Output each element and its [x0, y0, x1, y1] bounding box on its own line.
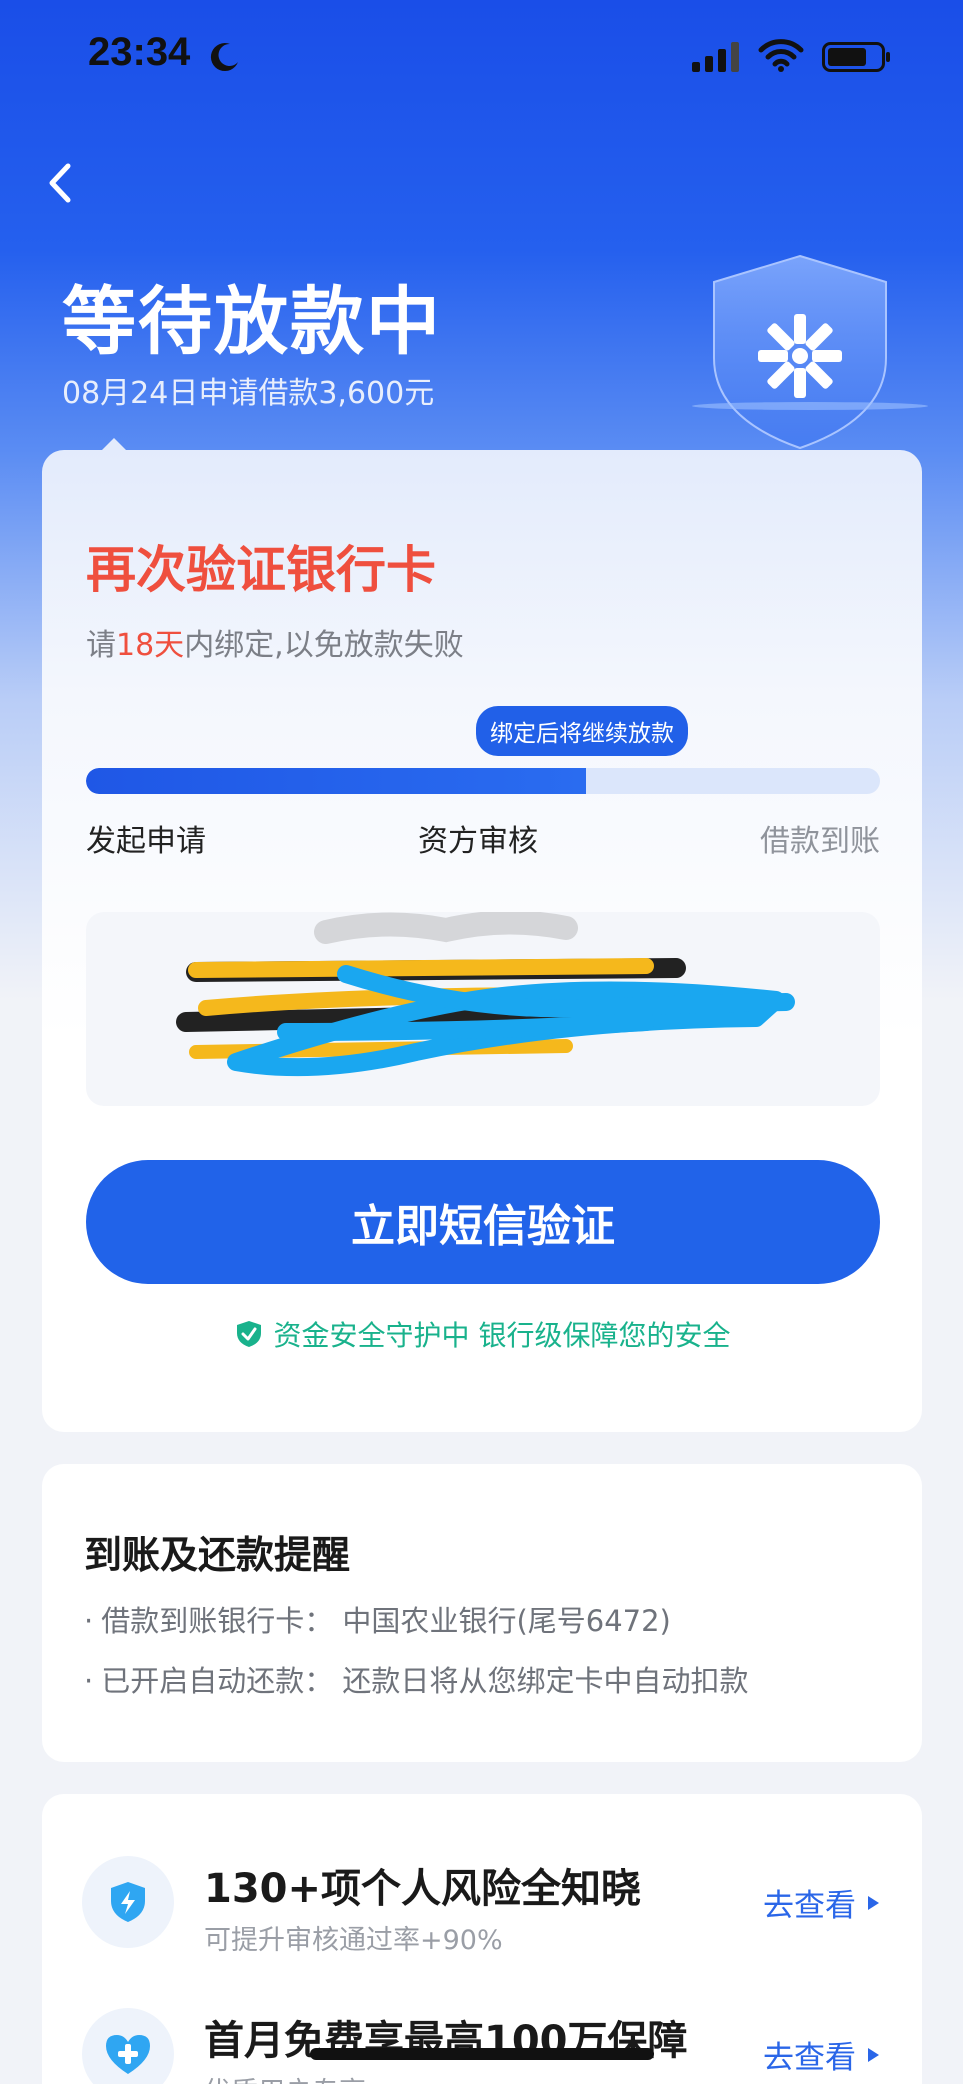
caret-right-icon — [868, 2047, 879, 2062]
heart-plus-icon — [82, 2008, 174, 2084]
safety-text: 资金安全守护中 银行级保障您的安全 — [273, 1319, 731, 1352]
shield-logo-icon — [692, 254, 928, 450]
step-arrival: 借款到账 — [760, 824, 880, 859]
view-link[interactable]: 去查看 — [763, 1880, 880, 1925]
progress-fill — [86, 768, 587, 794]
promo-card: 130+项个人风险全知晓 可提升审核通过率+90% 去查看 首月免费享最高100… — [42, 1794, 922, 2084]
progress-bar — [86, 768, 880, 794]
verify-sub-prefix: 请 — [86, 628, 116, 663]
bullet-dot: · — [84, 1604, 94, 1638]
reminder-title: 到账及还款提醒 — [84, 1533, 351, 1577]
moon-icon — [210, 43, 238, 72]
promo-item-insurance[interactable]: 首月免费享最高100万保障 优质用户专享 去查看 — [42, 1996, 922, 2084]
reminder-card: 到账及还款提醒 · 借款到账银行卡： 中国农业银行(尾号6472) · 已开启自动还… — [42, 1464, 922, 1762]
home-indicator[interactable] — [310, 2048, 654, 2060]
verify-card: 再次验证银行卡 请18天内绑定,以免放款失败 绑定后将继续放款 发起申请 资方审… — [42, 450, 922, 1432]
promo-item-risk[interactable]: 130+项个人风险全知晓 可提升审核通过率+90% 去查看 — [42, 1844, 922, 1974]
status-bar: 23:34 — [0, 0, 963, 110]
verify-sub-suffix: 内绑定,以免放款失败 — [184, 628, 464, 663]
bank-card-info-redacted — [86, 912, 880, 1106]
step-review: 资方审核 — [418, 824, 538, 859]
view-link-label: 去查看 — [763, 1888, 856, 1924]
page-title: 等待放款中 — [62, 279, 442, 365]
signal-icon — [692, 42, 739, 72]
wifi-icon — [758, 39, 804, 72]
caret-right-icon — [868, 1895, 879, 1910]
status-time: 23:34 — [88, 30, 191, 74]
bullet-dot: · — [84, 1664, 94, 1698]
reminder-autopay-text: 已开启自动还款： 还款日将从您绑定卡中自动扣款 — [101, 1664, 749, 1698]
verify-days: 18天 — [116, 628, 185, 663]
promo-subtitle: 优质用户专享 — [204, 2070, 366, 2084]
redaction-scribble — [176, 912, 795, 1077]
page-subtitle: 08月24日申请借款3,600元 — [62, 376, 435, 411]
step-apply: 发起申请 — [86, 824, 206, 859]
battery-icon — [822, 42, 890, 72]
safety-notice: 资金安全守护中 银行级保障您的安全 — [42, 1314, 922, 1354]
view-link[interactable]: 去查看 — [763, 2032, 880, 2077]
verify-subtitle: 请18天内绑定,以免放款失败 — [86, 620, 464, 664]
promo-subtitle: 可提升审核通过率+90% — [204, 1925, 503, 1956]
shield-check-icon — [236, 1321, 261, 1347]
verify-title: 再次验证银行卡 — [86, 541, 436, 599]
tooltip-arrow — [578, 744, 598, 754]
sms-verify-button[interactable]: 立即短信验证 — [86, 1160, 880, 1284]
reminder-line-bank: · 借款到账银行卡： 中国农业银行(尾号6472) — [84, 1598, 671, 1640]
back-button[interactable] — [40, 158, 80, 208]
reminder-bank-text: 借款到账银行卡： 中国农业银行(尾号6472) — [101, 1604, 671, 1638]
view-link-label: 去查看 — [763, 2040, 856, 2076]
promo-title: 130+项个人风险全知晓 — [204, 1866, 642, 1912]
reminder-line-autopay: · 已开启自动还款： 还款日将从您绑定卡中自动扣款 — [84, 1658, 748, 1700]
lightning-shield-icon — [82, 1856, 174, 1948]
